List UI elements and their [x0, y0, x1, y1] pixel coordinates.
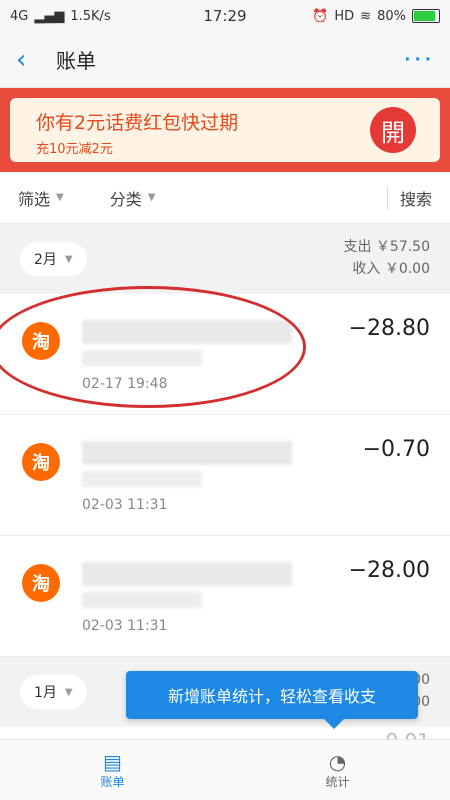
bill-time: 02-17 19:48 [82, 376, 168, 392]
blurred-description [82, 592, 202, 608]
divider [386, 185, 388, 210]
blurred-description [82, 441, 292, 465]
filter-dropdown[interactable]: 筛选 ▼ [18, 186, 64, 210]
bill-amount: −28.80 [348, 316, 430, 341]
promo-banner[interactable]: 你有2元话费红包快过期 充10元减2元 開 [0, 88, 450, 172]
back-arrow-icon[interactable]: ‹ [16, 45, 46, 75]
caret-down-icon: ▼ [147, 192, 156, 203]
caret-down-icon: ▼ [64, 686, 73, 698]
month-summary: 支出 ￥57.50 收入 ￥0.00 [343, 239, 430, 277]
taobao-icon: 淘 [22, 322, 60, 360]
promo-subtitle: 充10元减2元 [36, 142, 113, 157]
pie-chart-icon: ◔ [328, 749, 347, 774]
category-dropdown[interactable]: 分类 ▼ [110, 186, 156, 210]
promo-title: 你有2元话费红包快过期 [36, 112, 239, 134]
tab-bill[interactable]: ▤ 账单 [0, 740, 225, 800]
month-header-feb: 2月 ▼ 支出 ￥57.50 收入 ￥0.00 [0, 224, 450, 294]
blurred-description [82, 320, 292, 344]
battery-icon [412, 9, 440, 23]
month-selector[interactable]: 1月 ▼ [20, 675, 87, 709]
tab-statistics[interactable]: ◔ 统计 [225, 740, 450, 800]
bill-row[interactable]: 淘 02-03 11:31 −28.00 [0, 536, 450, 657]
bill-row[interactable]: 淘 02-17 19:48 −28.80 [0, 294, 450, 415]
bottom-tab-bar: ▤ 账单 ◔ 统计 [0, 739, 450, 800]
caret-down-icon: ▼ [64, 253, 73, 265]
bill-icon: ▤ [103, 749, 122, 774]
taobao-icon: 淘 [22, 443, 60, 481]
bill-time: 02-03 11:31 [82, 618, 168, 634]
page-title: 账单 [56, 49, 96, 73]
blurred-description [82, 350, 202, 366]
month-selector[interactable]: 2月 ▼ [20, 242, 87, 276]
more-options-icon[interactable]: ··· [403, 45, 434, 75]
bill-row[interactable]: 淘 02-03 11:31 −0.70 [0, 415, 450, 536]
status-bar: 4G ▂▄▆ 1.5K/s 17:29 ⏰ HD ≋ 80% [0, 0, 450, 32]
blurred-description [82, 471, 202, 487]
app-header: ‹ 账单 ··· [0, 32, 450, 88]
search-button[interactable]: 搜索 [400, 186, 432, 210]
open-red-envelope-button[interactable]: 開 [370, 107, 416, 153]
bill-time: 02-03 11:31 [82, 497, 168, 513]
bill-amount: −0.70 [362, 437, 430, 462]
taobao-icon: 淘 [22, 564, 60, 602]
blurred-description [82, 562, 292, 586]
filter-bar: 筛选 ▼ 分类 ▼ 搜索 [0, 172, 450, 224]
clock: 17:29 [203, 7, 247, 25]
stats-tooltip[interactable]: 新增账单统计，轻松查看收支 [126, 671, 418, 729]
caret-down-icon: ▼ [56, 192, 64, 203]
coupon-ticket[interactable]: 你有2元话费红包快过期 充10元减2元 開 [10, 98, 440, 162]
bill-amount: −28.00 [348, 558, 430, 583]
